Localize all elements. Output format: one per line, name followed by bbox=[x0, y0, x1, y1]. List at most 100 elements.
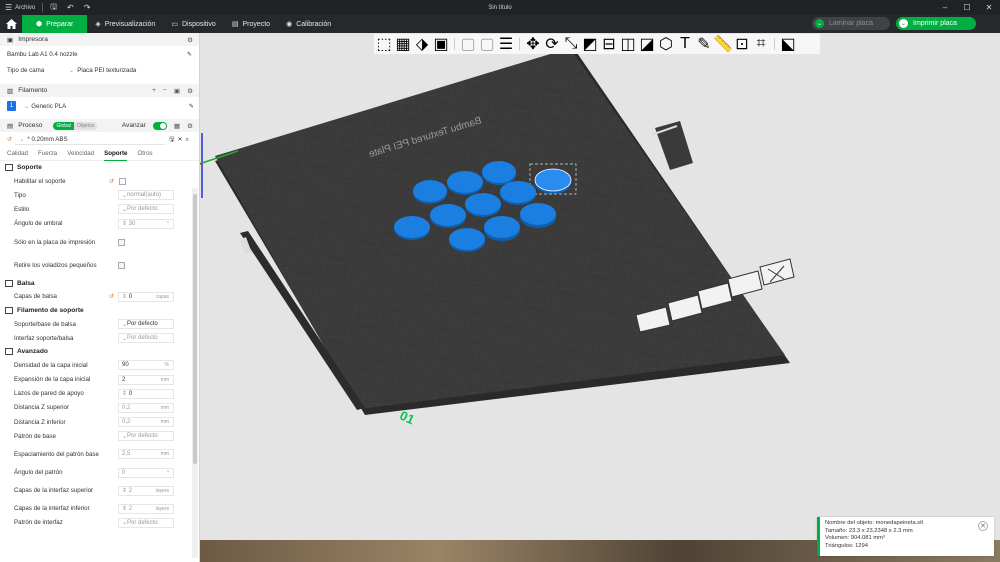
tab-device[interactable]: ▭ Dispositivo bbox=[163, 15, 223, 33]
support-style-select[interactable]: ⌄ Por defecto bbox=[118, 204, 174, 215]
maximize-icon[interactable]: ☐ bbox=[956, 0, 978, 15]
support-wall-loops-input[interactable]: ⇕ 0 bbox=[118, 388, 174, 399]
raft-layers-input[interactable]: ⇕ 0 capas bbox=[118, 291, 174, 302]
redo-icon[interactable]: ↷ bbox=[79, 0, 96, 15]
build-plate-scene[interactable]: Bambu Textured PEI Plate 01 bbox=[200, 33, 1000, 562]
view-icon[interactable]: ⬕ bbox=[780, 36, 796, 53]
search-icon[interactable]: ⌕ bbox=[186, 136, 189, 144]
seam-paint-icon[interactable]: ⬡ bbox=[658, 36, 674, 53]
edit-icon[interactable]: ✎ bbox=[189, 103, 194, 110]
printer-selector[interactable]: Bambu Lab A1 0.4 nozzle ✎ bbox=[0, 46, 199, 62]
split-icon[interactable]: ⌗ bbox=[753, 35, 769, 52]
coin-selected[interactable] bbox=[534, 168, 572, 192]
base-pattern-select[interactable]: ⌄ Por defecto bbox=[118, 431, 174, 442]
top-interface-layers-input[interactable]: ⇕ 2 layers bbox=[118, 485, 174, 496]
scale-icon[interactable]: ⤡ bbox=[563, 35, 579, 52]
coin[interactable] bbox=[447, 171, 483, 193]
enable-support-checkbox[interactable] bbox=[119, 177, 126, 185]
file-menu[interactable]: ☰ Archivo bbox=[0, 0, 40, 15]
interface-pattern-select[interactable]: ⌄ Por defecto bbox=[118, 517, 174, 528]
text-icon[interactable]: T bbox=[677, 35, 693, 52]
scrollbar-thumb[interactable] bbox=[193, 194, 197, 464]
reset-icon[interactable]: ↺ bbox=[109, 178, 114, 185]
coin[interactable] bbox=[520, 203, 556, 225]
close-icon[interactable]: ✕ bbox=[978, 0, 1000, 15]
orient-icon[interactable]: ⬗ bbox=[414, 36, 430, 53]
close-icon[interactable]: ✕ bbox=[978, 521, 988, 531]
copy-icon[interactable]: ▢ bbox=[460, 36, 476, 53]
tab-support[interactable]: Soporte bbox=[104, 147, 128, 161]
pattern-angle-input[interactable]: 0 ° bbox=[118, 467, 174, 478]
tab-others[interactable]: Otros bbox=[137, 150, 152, 157]
slice-plate-button[interactable]: ⌄ Laminar placa bbox=[812, 17, 890, 30]
support-paint-icon[interactable]: ◪ bbox=[639, 36, 655, 53]
move-icon[interactable]: ✥ bbox=[525, 36, 541, 53]
tab-calibration[interactable]: ◉ Calibración bbox=[278, 15, 339, 33]
gear-icon[interactable]: ⚙ bbox=[187, 122, 193, 130]
color-paint-icon[interactable]: ✎ bbox=[696, 36, 712, 53]
remove-small-overhangs-checkbox[interactable] bbox=[118, 261, 125, 269]
gear-icon[interactable]: ⚙ bbox=[187, 87, 193, 95]
save-icon[interactable]: 🖫 bbox=[169, 134, 174, 145]
plate-settings-icon[interactable] bbox=[727, 270, 763, 298]
bottom-interface-layers-input[interactable]: ⇕ 2 layers bbox=[118, 503, 174, 514]
pattern-spacing-input[interactable]: 2,5 mm bbox=[118, 449, 174, 460]
compare-icon[interactable]: ▦ bbox=[174, 122, 180, 130]
top-z-distance-input[interactable]: 0,2 mm bbox=[118, 402, 174, 413]
tab-speed[interactable]: Velocidad bbox=[67, 150, 94, 157]
tab-prepare[interactable]: ⬢ Preparar bbox=[22, 15, 88, 33]
coin[interactable] bbox=[500, 181, 536, 203]
coin[interactable] bbox=[465, 193, 501, 215]
support-interface-filament-select[interactable]: ⌄ Por defecto bbox=[118, 333, 174, 344]
bottom-z-distance-input[interactable]: 0,2 mm bbox=[118, 417, 174, 428]
global-objects-toggle[interactable]: Global Objetos bbox=[53, 121, 98, 130]
threshold-angle-input[interactable]: ⇕ 30 ° bbox=[118, 218, 174, 229]
add-plate-icon[interactable]: ▦ bbox=[395, 36, 411, 53]
initial-layer-density-input[interactable]: 90% bbox=[118, 360, 174, 371]
filament-sync-icon[interactable]: ▣ bbox=[174, 87, 180, 95]
arrange-icon[interactable]: ▣ bbox=[433, 36, 449, 53]
add-icon[interactable]: + bbox=[152, 87, 156, 95]
delete-plate-icon[interactable] bbox=[759, 258, 795, 286]
rotate-icon[interactable]: ⟳ bbox=[544, 36, 560, 53]
home-icon[interactable] bbox=[0, 15, 22, 33]
coin[interactable] bbox=[449, 228, 485, 250]
undo-icon[interactable]: ↶ bbox=[62, 0, 79, 15]
bed-type-select[interactable]: ⌄ Placa PEI texturizada bbox=[65, 65, 187, 76]
tab-project[interactable]: ▤ Proyecto bbox=[224, 15, 278, 33]
coin[interactable] bbox=[430, 204, 466, 226]
close-icon[interactable]: ✕ bbox=[177, 136, 182, 143]
assembly-icon[interactable]: ⊡ bbox=[734, 36, 750, 53]
only-on-plate-checkbox[interactable] bbox=[118, 238, 125, 246]
print-plate-button[interactable]: ⌄ Imprimir placa bbox=[896, 17, 976, 30]
settings-scrollbar[interactable] bbox=[192, 188, 198, 558]
tab-preview[interactable]: ◈ Previsualización bbox=[87, 15, 163, 33]
tab-quality[interactable]: Calidad bbox=[7, 150, 28, 157]
filament-slot-1[interactable]: 1 ⌄ Generic PLA ✎ bbox=[0, 97, 199, 115]
support-base-filament-select[interactable]: ⌄ Por defecto bbox=[118, 319, 174, 330]
global-toggle[interactable]: Global bbox=[53, 121, 74, 130]
cut-icon[interactable]: ⊟ bbox=[601, 36, 617, 53]
layers-icon[interactable]: ☰ bbox=[498, 36, 514, 53]
coin[interactable] bbox=[482, 161, 516, 183]
mesh-boolean-icon[interactable]: ◫ bbox=[620, 36, 636, 53]
save-icon[interactable]: 🖫 bbox=[45, 0, 62, 15]
coin[interactable] bbox=[484, 216, 520, 238]
measure-icon[interactable]: 📏 bbox=[713, 36, 733, 53]
reset-icon[interactable]: ↺ bbox=[109, 293, 114, 300]
remove-icon[interactable]: − bbox=[163, 87, 167, 95]
lay-on-face-icon[interactable]: ◩ bbox=[582, 36, 598, 53]
gear-icon[interactable]: ⚙ bbox=[187, 36, 193, 44]
objects-toggle[interactable]: Objetos bbox=[73, 121, 98, 130]
edit-icon[interactable]: ✎ bbox=[187, 51, 192, 58]
initial-layer-expansion-input[interactable]: 2 mm bbox=[118, 374, 174, 385]
tab-strength[interactable]: Fuerza bbox=[38, 150, 57, 157]
support-type-select[interactable]: ⌄ normal(auto) bbox=[118, 190, 174, 201]
minimize-icon[interactable]: – bbox=[934, 0, 956, 15]
add-object-icon[interactable]: ⬚ bbox=[376, 36, 392, 53]
paste-icon[interactable]: ▢ bbox=[479, 36, 495, 53]
coin[interactable] bbox=[413, 180, 447, 202]
coin[interactable] bbox=[394, 216, 430, 238]
advanced-switch[interactable] bbox=[152, 121, 167, 130]
reset-icon[interactable]: ↺ bbox=[7, 136, 12, 143]
